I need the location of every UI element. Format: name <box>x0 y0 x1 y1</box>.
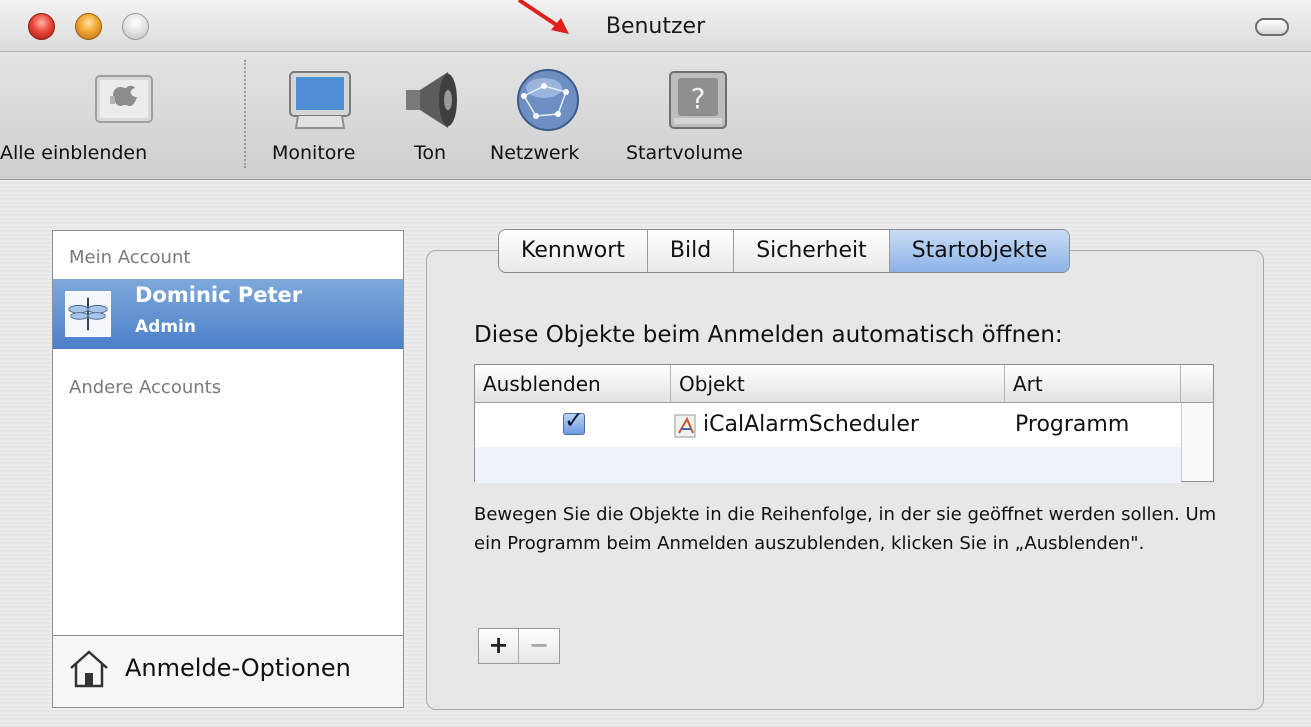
system-preferences-window: Benutzer Alle einblenden Monitore Ton Ne… <box>0 0 1311 727</box>
svg-text:?: ? <box>691 82 706 115</box>
tab-login-items[interactable]: Startobjekte <box>889 230 1070 272</box>
tab-bar: Kennwort Bild Sicherheit Startobjekte <box>498 229 1071 273</box>
login-items-table: Ausblenden Objekt Art ✓ iCalAlarmSchedul… <box>474 364 1214 483</box>
login-options-label: Anmelde-Optionen <box>125 654 351 682</box>
show-all-icon <box>95 75 153 123</box>
my-account-header: Mein Account <box>69 247 191 268</box>
toolbar-item-show-all[interactable]: Alle einblenden <box>0 52 230 180</box>
tab-password[interactable]: Kennwort <box>499 230 648 272</box>
toolbar-label: Startvolume <box>626 142 743 164</box>
table-row[interactable]: ✓ iCalAlarmScheduler Programm <box>475 403 1181 447</box>
network-globe-icon <box>517 69 579 131</box>
toolbar: Alle einblenden Monitore Ton Netzwerk ? … <box>0 52 1311 180</box>
other-accounts-header: Andere Accounts <box>69 377 222 398</box>
login-items-description: Bewegen Sie die Objekte in die Reihenfol… <box>474 504 1217 554</box>
tab-security[interactable]: Sicherheit <box>734 230 890 272</box>
accounts-list: Mein Account Dominic Peter Admin Andere … <box>52 230 404 708</box>
column-header-kind[interactable]: Art <box>1005 365 1181 403</box>
column-header-hide[interactable]: Ausblenden <box>475 365 671 403</box>
toolbar-item-startup-disk[interactable]: ? Startvolume <box>626 52 776 180</box>
account-name: Dominic Peter <box>135 283 303 307</box>
toolbar-separator <box>244 60 246 168</box>
column-header-object[interactable]: Objekt <box>671 365 1005 403</box>
tab-picture[interactable]: Bild <box>648 230 735 272</box>
table-header: Ausblenden Objekt Art <box>475 365 1213 403</box>
toolbar-label: Alle einblenden <box>0 142 148 164</box>
startup-disk-icon: ? <box>669 71 727 129</box>
toolbar-item-monitors[interactable]: Monitore <box>266 52 386 180</box>
remove-button[interactable]: − <box>519 629 559 663</box>
application-icon <box>674 414 696 438</box>
login-items-heading: Diese Objekte beim Anmelden automatisch … <box>474 322 1063 348</box>
toolbar-item-network[interactable]: Netzwerk <box>488 52 618 180</box>
display-icon <box>289 71 351 129</box>
title-bar: Benutzer <box>0 0 1311 52</box>
toolbar-item-sound[interactable]: Ton <box>396 52 476 180</box>
account-role: Admin <box>135 317 196 337</box>
table-row-empty[interactable] <box>475 447 1181 483</box>
login-options-button[interactable]: Anmelde-Optionen <box>53 635 403 707</box>
toolbar-label: Ton <box>414 142 447 164</box>
window-title: Benutzer <box>605 14 706 39</box>
home-icon <box>70 650 108 688</box>
toolbar-label: Monitore <box>272 142 356 164</box>
table-scroll-column <box>1181 403 1213 481</box>
dragonfly-avatar-icon <box>65 291 111 337</box>
add-button[interactable]: + <box>479 629 519 663</box>
checkmark-icon: ✓ <box>564 406 585 434</box>
object-kind: Programm <box>1015 412 1130 437</box>
add-remove-buttons: + − <box>478 628 560 664</box>
object-name: iCalAlarmScheduler <box>703 412 919 437</box>
toolbar-label: Netzwerk <box>490 142 580 164</box>
speaker-icon <box>406 72 457 128</box>
annotation-arrow-icon <box>517 0 569 34</box>
toolbar-toggle-button[interactable] <box>1255 18 1289 36</box>
hide-checkbox[interactable]: ✓ <box>563 406 585 435</box>
account-item-selected[interactable]: Dominic Peter Admin <box>53 279 403 349</box>
